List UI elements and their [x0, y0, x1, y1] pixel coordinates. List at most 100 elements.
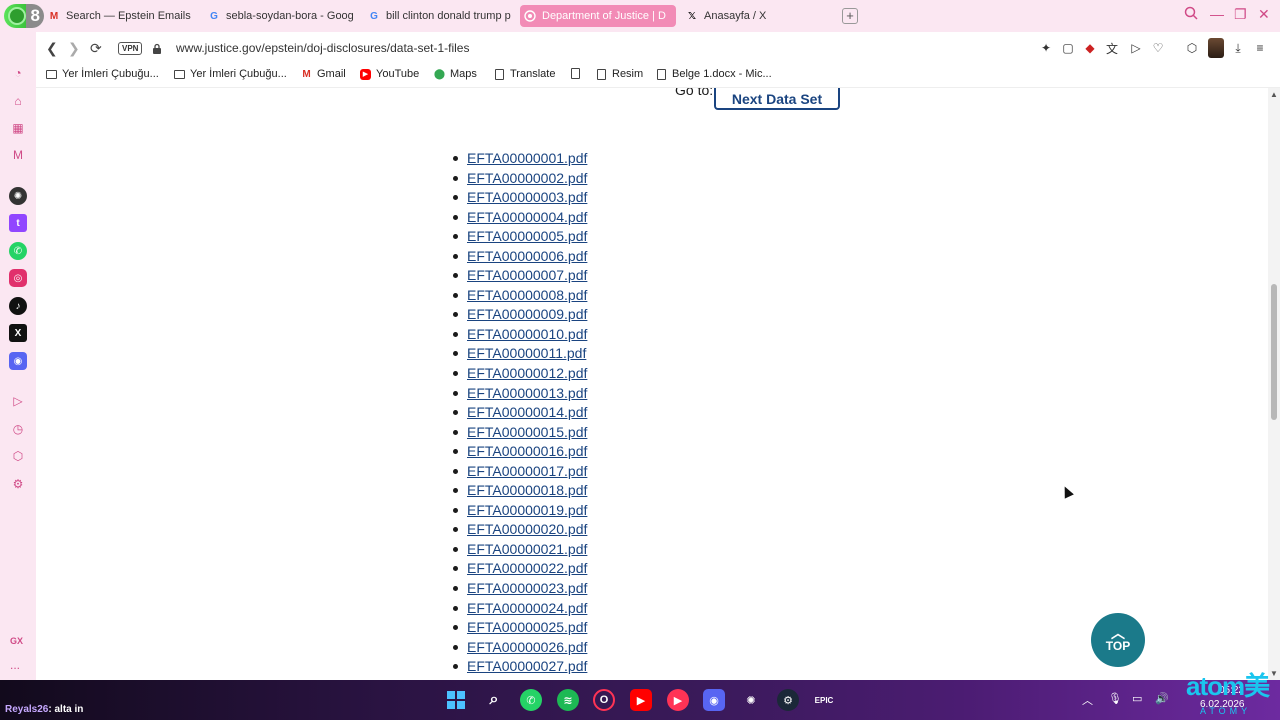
microphone-icon[interactable]: 🎙 — [1108, 692, 1122, 705]
file-link[interactable]: EFTA00000020.pdf — [467, 521, 587, 537]
close-icon[interactable]: ✕ — [1258, 6, 1270, 23]
search-icon[interactable]: ⌕ — [483, 689, 505, 711]
spotify-icon[interactable]: ≋ — [557, 689, 579, 711]
menu-icon[interactable]: ≡ — [1252, 40, 1268, 56]
youtube-icon[interactable]: ▶ — [630, 689, 652, 711]
file-link[interactable]: EFTA00000007.pdf — [467, 267, 587, 283]
back-icon[interactable]: ❮ — [46, 40, 58, 57]
file-link[interactable]: EFTA00000018.pdf — [467, 482, 587, 498]
maximize-icon[interactable]: ❐ — [1234, 6, 1247, 23]
file-link[interactable]: EFTA00000017.pdf — [467, 463, 587, 479]
lock-icon[interactable] — [152, 41, 162, 54]
vpn-badge[interactable]: VPN — [118, 42, 143, 55]
x-icon[interactable]: X — [9, 324, 27, 342]
display-icon[interactable]: ▭ — [1132, 692, 1142, 705]
gx-control-icon[interactable]: ◔ — [9, 64, 27, 82]
bookmark-folder-1[interactable]: Yer İmleri Çubuğu... — [46, 68, 159, 80]
gx-corner-icon[interactable]: ⌂ — [9, 92, 27, 110]
reload-icon[interactable]: ⟳ — [90, 40, 102, 57]
volume-icon[interactable]: 🔊 — [1155, 692, 1169, 705]
tab-department-of-justice[interactable]: Department of Justice | D — [520, 5, 676, 27]
extensions-icon[interactable]: ⬡ — [9, 447, 27, 465]
file-link[interactable]: EFTA00000009.pdf — [467, 306, 587, 322]
file-link[interactable]: EFTA00000003.pdf — [467, 189, 587, 205]
search-tabs-icon[interactable] — [1184, 6, 1198, 23]
bookmark-belge[interactable]: Belge 1.docx - Mic... — [656, 68, 772, 80]
scroll-up-icon[interactable]: ▲ — [1270, 90, 1278, 99]
send-icon[interactable]: ▷ — [1128, 40, 1144, 56]
new-tab-button[interactable]: + — [842, 8, 858, 24]
tray-expand-icon[interactable]: ︿ — [1082, 692, 1093, 708]
file-link[interactable]: EFTA00000016.pdf — [467, 443, 587, 459]
file-link[interactable]: EFTA00000019.pdf — [467, 502, 587, 518]
tab-x-home[interactable]: 𝕏 Anasayfa / X — [682, 5, 832, 27]
file-link[interactable]: EFTA00000023.pdf — [467, 580, 587, 596]
scroll-thumb[interactable] — [1271, 284, 1277, 420]
steam-icon[interactable]: ⚙ — [777, 689, 799, 711]
bookmark-translate[interactable]: Translate — [494, 68, 555, 80]
forward-icon[interactable]: ❯ — [68, 40, 80, 57]
chatgpt-icon[interactable]: ✺ — [9, 187, 27, 205]
file-link[interactable]: EFTA00000004.pdf — [467, 209, 587, 225]
file-link[interactable]: EFTA00000008.pdf — [467, 287, 587, 303]
tab-epstein-emails[interactable]: M Search — Epstein Emails — [44, 5, 204, 27]
sidebar-more-icon[interactable]: ... — [10, 658, 20, 672]
tab-sebla-soydan[interactable]: G sebla-soydan-bora - Goog — [204, 5, 354, 27]
file-link[interactable]: EFTA00000005.pdf — [467, 228, 587, 244]
file-link[interactable]: EFTA00000021.pdf — [467, 541, 587, 557]
windows-start-icon[interactable] — [445, 689, 467, 711]
discord-icon[interactable]: ◉ — [703, 689, 725, 711]
download-icon[interactable]: ⤓ — [1230, 40, 1246, 56]
file-link[interactable]: EFTA00000013.pdf — [467, 385, 587, 401]
heart-icon[interactable]: ♡ — [1150, 40, 1166, 56]
file-link[interactable]: EFTA00000026.pdf — [467, 639, 587, 655]
bookmark-resim[interactable]: Resim — [596, 68, 643, 80]
extensions-puzzle-icon[interactable]: ⬡ — [1184, 40, 1200, 56]
file-link[interactable]: EFTA00000006.pdf — [467, 248, 587, 264]
pocket-icon[interactable]: ◆ — [1082, 40, 1098, 56]
scroll-down-icon[interactable]: ▼ — [1270, 669, 1278, 678]
file-link[interactable]: EFTA00000027.pdf — [467, 658, 587, 674]
page-scrollbar[interactable]: ▲ ▼ — [1268, 88, 1280, 680]
opera-gx-icon[interactable]: O — [593, 689, 615, 711]
discord-icon[interactable]: ◉ — [9, 352, 27, 370]
bookmark-untitled[interactable] — [570, 68, 586, 79]
settings-icon[interactable]: ⚙ — [9, 475, 27, 493]
whatsapp-icon[interactable]: ✆ — [9, 242, 27, 260]
minimize-icon[interactable]: — — [1210, 6, 1224, 22]
bookmark-folder-2[interactable]: Yer İmleri Çubuğu... — [174, 68, 287, 80]
bookmark-youtube[interactable]: ▶ YouTube — [360, 68, 419, 80]
file-link[interactable]: EFTA00000012.pdf — [467, 365, 587, 381]
snapshot-icon[interactable]: ▢ — [1060, 40, 1076, 56]
file-link[interactable]: EFTA00000011.pdf — [467, 345, 586, 361]
opera-gx-menu-button[interactable]: 8 — [4, 4, 44, 28]
epic-games-icon[interactable]: EPIC — [813, 689, 835, 711]
next-data-set-button[interactable]: Next Data Set — [714, 88, 840, 110]
instagram-icon[interactable]: ◎ — [9, 269, 27, 287]
file-link[interactable]: EFTA00000015.pdf — [467, 424, 587, 440]
url-field[interactable]: www.justice.gov/epstein/doj-disclosures/… — [176, 41, 469, 55]
file-link[interactable]: EFTA00000002.pdf — [467, 170, 587, 186]
youtube-music-icon[interactable]: ▶ — [667, 689, 689, 711]
tiktok-icon[interactable]: ♪ — [9, 297, 27, 315]
pin-icon[interactable]: ✦ — [1038, 40, 1054, 56]
gx-mods-icon[interactable]: ▦ — [9, 119, 27, 137]
file-link[interactable]: EFTA00000022.pdf — [467, 560, 587, 576]
profile-avatar[interactable] — [1208, 38, 1224, 58]
tab-clinton-trump[interactable]: G bill clinton donald trump p — [364, 5, 514, 27]
twitch-icon[interactable]: t — [9, 214, 27, 232]
file-link[interactable]: EFTA00000010.pdf — [467, 326, 587, 342]
file-link[interactable]: EFTA00000025.pdf — [467, 619, 587, 635]
gx-m-icon[interactable]: M — [9, 146, 27, 164]
back-to-top-button[interactable]: ︿ TOP — [1091, 613, 1145, 667]
file-link[interactable]: EFTA00000024.pdf — [467, 600, 587, 616]
history-icon[interactable]: ◷ — [9, 420, 27, 438]
bookmark-maps[interactable]: ⬤ Maps — [434, 68, 477, 80]
translate-icon[interactable]: 文 — [1104, 40, 1120, 56]
file-link[interactable]: EFTA00000014.pdf — [467, 404, 587, 420]
obs-icon[interactable]: ✺ — [740, 689, 762, 711]
bookmark-gmail[interactable]: M Gmail — [301, 68, 345, 80]
whatsapp-icon[interactable]: ✆ — [520, 689, 542, 711]
file-link[interactable]: EFTA00000001.pdf — [467, 150, 587, 166]
player-icon[interactable]: ▷ — [9, 392, 27, 410]
